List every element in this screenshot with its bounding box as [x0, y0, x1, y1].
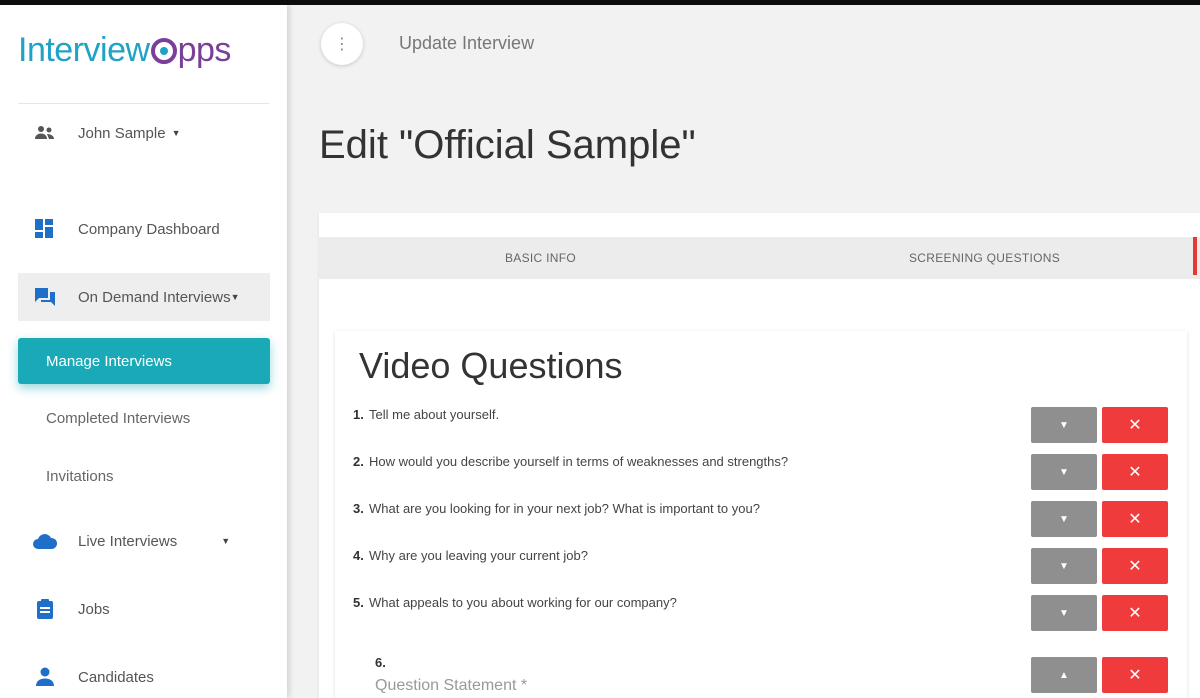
sidebar-item-company-dashboard[interactable]: Company Dashboard	[18, 205, 270, 253]
tab-bar: BASIC INFO SCREENING QUESTIONS	[319, 237, 1200, 279]
question-text: How would you describe yourself in terms…	[369, 454, 789, 469]
new-question-row: 6. Question Statement * ▲ ✕	[353, 653, 1173, 694]
question-text: What appeals to you about working for ou…	[369, 595, 677, 610]
question-text: What are you looking for in your next jo…	[369, 501, 760, 516]
chat-icon	[32, 286, 58, 308]
question-row: 4. Why are you leaving your current job?…	[353, 548, 1173, 584]
question-number: 2.	[353, 454, 364, 469]
question-row: 5. What appeals to you about working for…	[353, 595, 1173, 631]
sidebar-item-candidates[interactable]: Candidates	[18, 653, 270, 698]
close-icon: ✕	[1128, 511, 1142, 528]
logo-text-opps: pps	[177, 31, 232, 69]
sidebar-item-label: On Demand Interviews	[78, 288, 231, 306]
page-title: Edit "Official Sample"	[319, 123, 696, 167]
delete-button[interactable]: ✕	[1102, 501, 1168, 537]
move-up-button[interactable]: ▲	[1031, 657, 1097, 693]
move-down-button[interactable]: ▼	[1031, 501, 1097, 537]
clipboard-icon	[32, 598, 58, 620]
sidebar-item-label: Completed Interviews	[46, 409, 191, 427]
close-icon: ✕	[1128, 464, 1142, 481]
app-window: Interview pps John Sample ▼ Company Dashb…	[0, 0, 1200, 698]
delete-button[interactable]: ✕	[1102, 548, 1168, 584]
person-icon	[32, 666, 58, 688]
sidebar-item-label: Manage Interviews	[46, 352, 172, 370]
caret-down-icon: ▼	[230, 292, 240, 302]
sidebar-item-on-demand-interviews[interactable]: On Demand Interviews ▼	[18, 273, 270, 321]
user-name: John Sample	[78, 124, 166, 142]
delete-button[interactable]: ✕	[1102, 407, 1168, 443]
close-icon: ✕	[1128, 605, 1142, 622]
cloud-icon	[32, 530, 58, 552]
chevron-up-icon: ▲	[1059, 669, 1069, 681]
sidebar-item-invitations[interactable]: Invitations	[18, 453, 270, 499]
more-vertical-icon: ⋮	[334, 36, 350, 53]
question-statement-field[interactable]: Question Statement *	[375, 677, 527, 695]
sidebar-item-label: Invitations	[46, 467, 114, 485]
topbar-title: Update Interview	[399, 33, 535, 53]
sidebar-item-completed-interviews[interactable]: Completed Interviews	[18, 395, 270, 441]
question-text: Tell me about yourself.	[369, 407, 500, 422]
logo[interactable]: Interview pps	[18, 31, 231, 70]
question-text: Why are you leaving your current job?	[369, 548, 588, 563]
video-questions-card: Video Questions 1. Tell me about yoursel…	[335, 331, 1187, 698]
caret-down-icon: ▼	[221, 536, 231, 546]
question-number: 4.	[353, 548, 364, 563]
divider	[18, 103, 269, 104]
chevron-down-icon: ▼	[1059, 513, 1069, 525]
edit-card: BASIC INFO SCREENING QUESTIONS Video Que…	[319, 213, 1200, 698]
section-title: Video Questions	[359, 345, 623, 386]
delete-button[interactable]: ✕	[1102, 454, 1168, 490]
question-number: 1.	[353, 407, 364, 422]
question-row: 2. How would you describe yourself in te…	[353, 454, 1173, 490]
sidebar-item-manage-interviews[interactable]: Manage Interviews	[18, 338, 270, 384]
delete-button[interactable]: ✕	[1102, 595, 1168, 631]
sidebar-item-jobs[interactable]: Jobs	[18, 585, 270, 633]
question-row: 3. What are you looking for in your next…	[353, 501, 1173, 537]
close-icon: ✕	[1128, 558, 1142, 575]
tab-screening-questions[interactable]: SCREENING QUESTIONS	[909, 237, 1060, 279]
logo-o-icon	[150, 38, 177, 64]
sidebar-item-label: Live Interviews	[78, 532, 178, 550]
chevron-down-icon: ▼	[1059, 466, 1069, 478]
move-down-button[interactable]: ▼	[1031, 454, 1097, 490]
tab-indicator	[1193, 237, 1197, 275]
logo-text-interview: Interview	[18, 31, 150, 69]
sidebar-item-label: Jobs	[78, 600, 110, 618]
sidebar: Interview pps John Sample ▼ Company Dashb…	[0, 5, 287, 698]
sidebar-item-label: Candidates	[78, 668, 154, 686]
delete-button[interactable]: ✕	[1102, 657, 1168, 693]
user-menu[interactable]: John Sample ▼	[18, 109, 270, 157]
menu-toggle-button[interactable]: ⋮	[321, 23, 363, 65]
chevron-down-icon: ▼	[1059, 419, 1069, 431]
move-down-button[interactable]: ▼	[1031, 407, 1097, 443]
move-down-button[interactable]: ▼	[1031, 595, 1097, 631]
dashboard-icon	[32, 218, 58, 240]
users-icon	[32, 122, 58, 144]
chevron-down-icon: ▼	[1059, 560, 1069, 572]
question-number: 6.	[375, 655, 386, 670]
question-number: 5.	[353, 595, 364, 610]
main-content: ⋮ Update Interview Edit "Official Sample…	[287, 5, 1200, 698]
tab-basic-info[interactable]: BASIC INFO	[505, 237, 576, 279]
question-row: 1. Tell me about yourself. ▼ ✕	[353, 407, 1173, 443]
question-number: 3.	[353, 501, 364, 516]
caret-down-icon: ▼	[171, 128, 181, 138]
close-icon: ✕	[1128, 667, 1142, 684]
close-icon: ✕	[1128, 417, 1142, 434]
move-down-button[interactable]: ▼	[1031, 548, 1097, 584]
sidebar-item-label: Company Dashboard	[78, 220, 220, 238]
chevron-down-icon: ▼	[1059, 607, 1069, 619]
sidebar-item-live-interviews[interactable]: Live Interviews ▼	[18, 517, 270, 565]
